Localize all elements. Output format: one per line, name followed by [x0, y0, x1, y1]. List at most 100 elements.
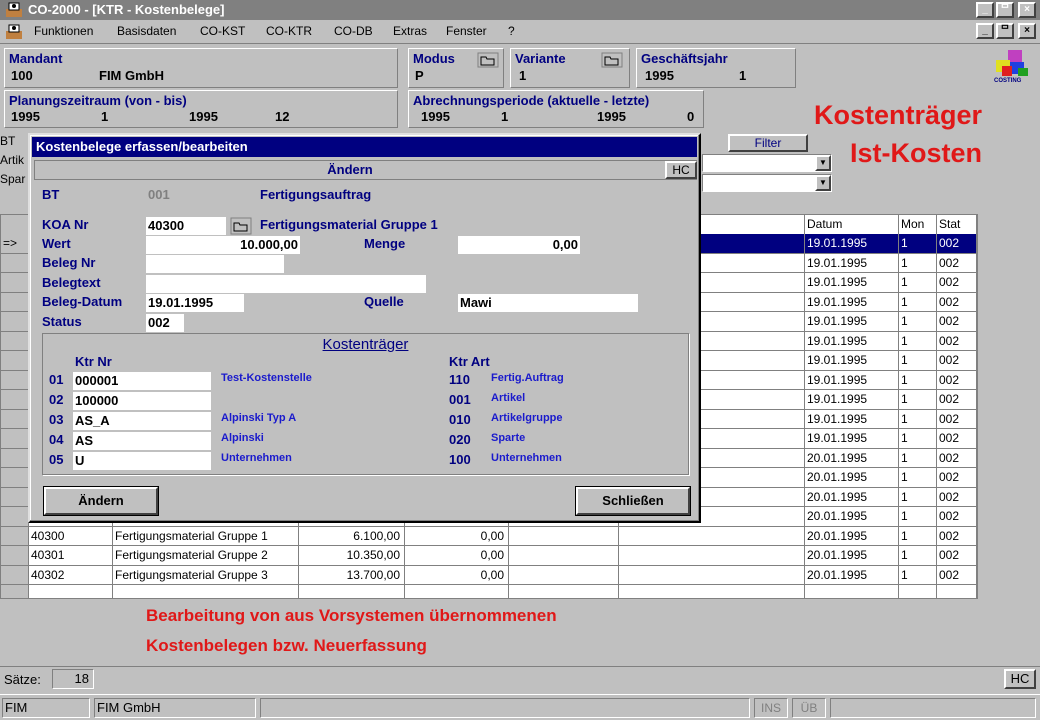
column-header-datum[interactable]: Datum [805, 215, 899, 235]
cell-stat[interactable]: 002 [937, 507, 977, 527]
row-header[interactable] [1, 273, 29, 293]
cell-datum[interactable]: 20.01.1995 [805, 468, 899, 488]
row-header[interactable] [1, 390, 29, 410]
cell-stat[interactable]: 002 [937, 253, 977, 273]
grid-cell[interactable] [805, 585, 899, 598]
cell-stat[interactable]: 002 [937, 487, 977, 507]
grid-cell[interactable] [29, 585, 113, 598]
grid-cell[interactable] [509, 585, 619, 598]
cell-datum[interactable]: 19.01.1995 [805, 390, 899, 410]
cell-koa-text[interactable]: Fertigungsmaterial Gruppe 2 [113, 546, 299, 566]
cell-stat[interactable]: 002 [937, 526, 977, 546]
ktr-nr-input[interactable]: AS [73, 432, 211, 450]
close-button[interactable]: × [1018, 2, 1036, 18]
cell-stat[interactable]: 002 [937, 390, 977, 410]
cell-datum[interactable]: 19.01.1995 [805, 234, 899, 254]
child-restore-button[interactable]: ᄆ [996, 23, 1014, 39]
cell-menge[interactable]: 0,00 [405, 546, 509, 566]
wert-input[interactable]: 10.000,00 [146, 236, 300, 254]
cell-koa-nr[interactable]: 40301 [29, 546, 113, 566]
cell-stat[interactable]: 002 [937, 409, 977, 429]
row-header[interactable] [1, 487, 29, 507]
cell-stat[interactable]: 002 [937, 429, 977, 449]
cell-koa-text[interactable]: Fertigungsmaterial Gruppe 1 [113, 526, 299, 546]
grid-cell[interactable] [619, 565, 805, 585]
cell-datum[interactable]: 19.01.1995 [805, 370, 899, 390]
cell-datum[interactable]: 19.01.1995 [805, 351, 899, 371]
row-header[interactable] [1, 370, 29, 390]
cell-stat[interactable]: 002 [937, 331, 977, 351]
document-icon[interactable] [4, 23, 24, 41]
row-header[interactable] [1, 565, 29, 585]
row-header[interactable]: => [1, 234, 29, 254]
cell-stat[interactable]: 002 [937, 370, 977, 390]
filter-sparte-select[interactable]: ▼ [702, 174, 832, 192]
menu-fenster[interactable]: Fenster [446, 24, 487, 38]
grid-cell[interactable] [899, 585, 937, 598]
cell-mon[interactable]: 1 [899, 429, 937, 449]
row-header[interactable] [1, 351, 29, 371]
grid-cell[interactable] [619, 546, 805, 566]
dialog-hc-button[interactable]: HC [665, 161, 697, 179]
cell-mon[interactable]: 1 [899, 390, 937, 410]
cell-stat[interactable]: 002 [937, 565, 977, 585]
cell-mon[interactable]: 1 [899, 292, 937, 312]
cell-mon[interactable]: 1 [899, 526, 937, 546]
grid-cell[interactable] [619, 585, 805, 598]
filter-button[interactable]: Filter [728, 134, 808, 152]
cell-stat[interactable]: 002 [937, 273, 977, 293]
ktr-nr-input[interactable]: U [73, 452, 211, 470]
row-header[interactable] [1, 526, 29, 546]
cell-datum[interactable]: 20.01.1995 [805, 526, 899, 546]
cell-datum[interactable]: 19.01.1995 [805, 273, 899, 293]
menu-basisdaten[interactable]: Basisdaten [117, 24, 176, 38]
grid-cell[interactable] [509, 565, 619, 585]
cell-datum[interactable]: 19.01.1995 [805, 331, 899, 351]
cell-datum[interactable]: 20.01.1995 [805, 487, 899, 507]
cell-mon[interactable]: 1 [899, 468, 937, 488]
cell-wert[interactable]: 10.350,00 [299, 546, 405, 566]
cell-stat[interactable]: 002 [937, 546, 977, 566]
app-icon[interactable] [4, 1, 24, 19]
variante-folder-icon[interactable] [601, 52, 623, 68]
cell-datum[interactable]: 19.01.1995 [805, 429, 899, 449]
cell-mon[interactable]: 1 [899, 507, 937, 527]
cell-wert[interactable]: 13.700,00 [299, 565, 405, 585]
restore-button[interactable]: ᄆ [996, 2, 1014, 18]
cell-mon[interactable]: 1 [899, 331, 937, 351]
menu-co-db[interactable]: CO-DB [334, 24, 373, 38]
aendern-button[interactable]: Ändern [44, 487, 158, 515]
cell-mon[interactable]: 1 [899, 273, 937, 293]
menu-co-ktr[interactable]: CO-KTR [266, 24, 312, 38]
row-header[interactable] [1, 429, 29, 449]
grid-cell[interactable] [299, 585, 405, 598]
cell-stat[interactable]: 002 [937, 448, 977, 468]
grid-cell[interactable] [619, 526, 805, 546]
cell-koa-text[interactable]: Fertigungsmaterial Gruppe 3 [113, 565, 299, 585]
child-close-button[interactable]: × [1018, 23, 1036, 39]
grid-cell[interactable] [937, 585, 977, 598]
filter-artikel-select[interactable]: ▼ [702, 154, 832, 172]
cell-mon[interactable]: 1 [899, 234, 937, 254]
cell-mon[interactable]: 1 [899, 487, 937, 507]
cell-mon[interactable]: 1 [899, 409, 937, 429]
cell-mon[interactable]: 1 [899, 253, 937, 273]
menge-input[interactable]: 0,00 [458, 236, 580, 254]
menu-extras[interactable]: Extras [393, 24, 427, 38]
belegtext-input[interactable] [146, 275, 426, 293]
koa-input[interactable]: 40300 [146, 217, 226, 235]
cell-mon[interactable]: 1 [899, 448, 937, 468]
ktr-nr-input[interactable]: 000001 [73, 372, 211, 390]
column-header[interactable] [1, 215, 29, 235]
cell-wert[interactable]: 6.100,00 [299, 526, 405, 546]
cell-datum[interactable]: 20.01.1995 [805, 507, 899, 527]
cell-datum[interactable]: 19.01.1995 [805, 292, 899, 312]
row-header[interactable] [1, 448, 29, 468]
cell-menge[interactable]: 0,00 [405, 565, 509, 585]
cell-stat[interactable]: 002 [937, 312, 977, 332]
grid-cell[interactable] [405, 585, 509, 598]
row-header[interactable] [1, 331, 29, 351]
row-header[interactable] [1, 292, 29, 312]
modus-folder-icon[interactable] [477, 52, 499, 68]
chevron-down-icon[interactable]: ▼ [815, 155, 831, 171]
